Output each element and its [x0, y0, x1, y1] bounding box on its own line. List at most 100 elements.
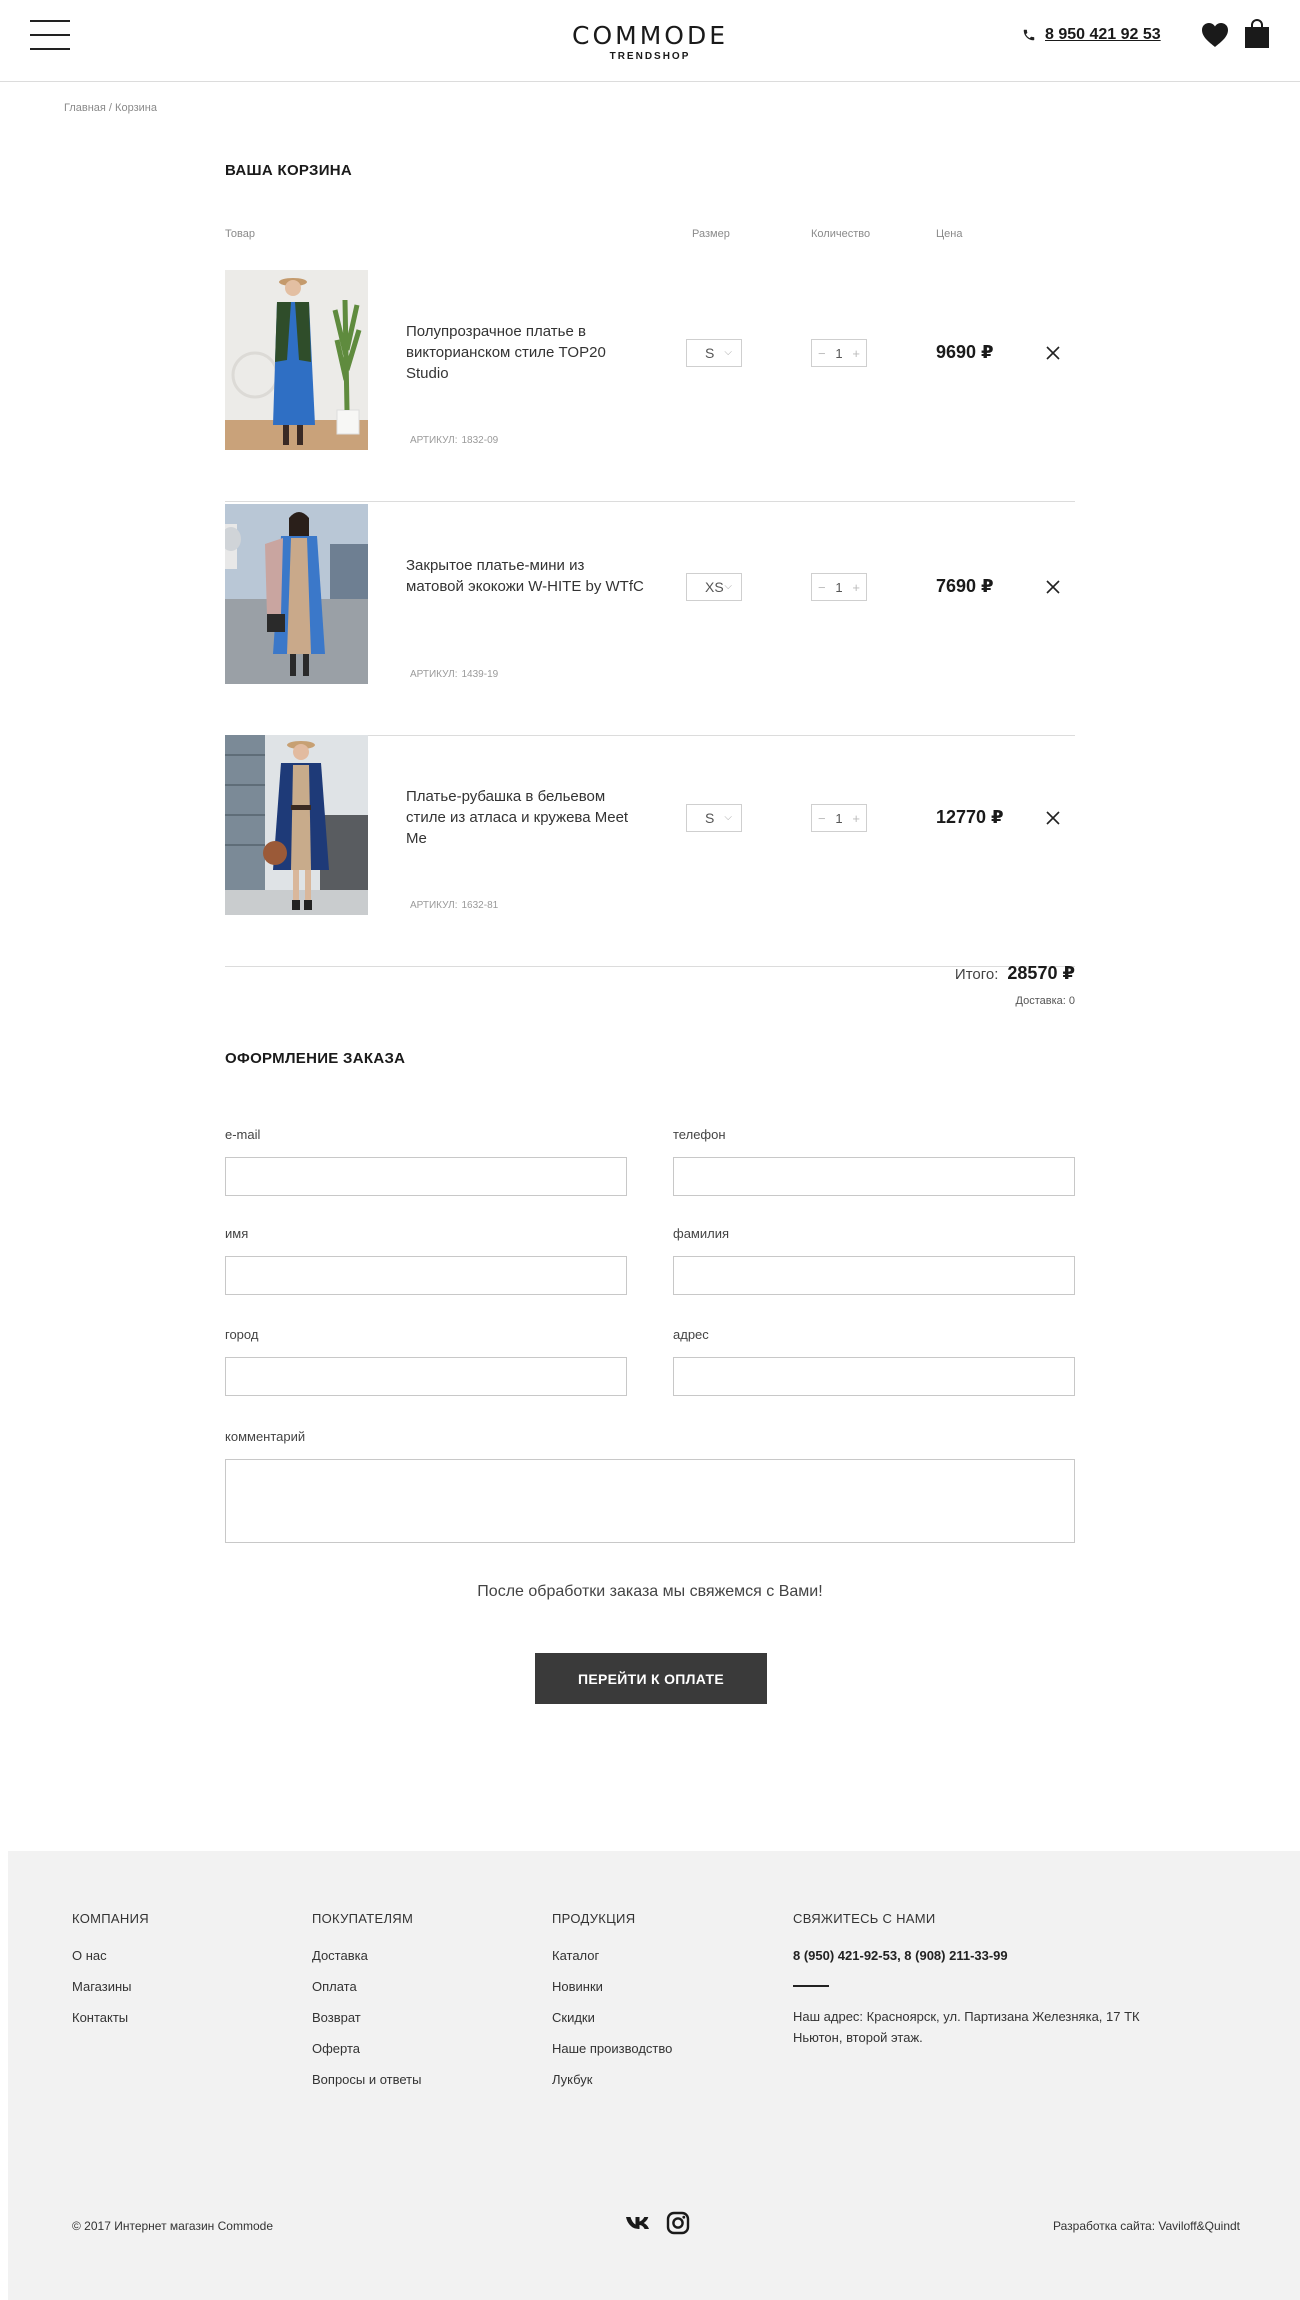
product-name[interactable]: Закрытое платье-мини из матовой экокожи …: [406, 555, 646, 597]
decrease-button[interactable]: −: [818, 346, 826, 361]
cart-total: Итого: 28570 ₽: [955, 963, 1075, 984]
surname-field[interactable]: [673, 1256, 1075, 1295]
site-logo[interactable]: COMMODE TRENDSHOP: [500, 21, 800, 63]
address-field[interactable]: [673, 1357, 1075, 1396]
footer-link-delivery[interactable]: Доставка: [312, 1948, 421, 1963]
size-value: S: [705, 810, 715, 826]
footer-link-about[interactable]: О нас: [72, 1948, 149, 1963]
footer-link-catalog[interactable]: Каталог: [552, 1948, 672, 1963]
developer-credit[interactable]: Разработка сайта: Vaviloff&Quindt: [1053, 2219, 1240, 2233]
size-select[interactable]: S ⌵: [686, 804, 742, 832]
footer-link-returns[interactable]: Возврат: [312, 2010, 421, 2025]
footer-heading: ПРОДУКЦИЯ: [552, 1911, 636, 1926]
footer-company: КОМПАНИЯ О нас Магазины Контакты: [72, 1911, 149, 2041]
product-image[interactable]: [225, 504, 368, 684]
column-header-quantity: Количество: [811, 228, 871, 240]
increase-button[interactable]: +: [852, 580, 860, 595]
copyright: © 2017 Интернет магазин Commode: [72, 2219, 273, 2233]
footer-link-sale[interactable]: Скидки: [552, 2010, 672, 2025]
footer-link-contacts[interactable]: Контакты: [72, 2010, 149, 2025]
favorites-button[interactable]: 9: [1200, 20, 1248, 50]
footer-link-production[interactable]: Наше производство: [552, 2041, 672, 2056]
close-icon[interactable]: [1045, 810, 1061, 826]
footer-phones[interactable]: 8 (950) 421-92-53, 8 (908) 211-33-99: [793, 1948, 1173, 1963]
cart-item: Полупрозрачное платье в викторианском ст…: [225, 270, 1075, 502]
column-header-price: Цена: [936, 228, 963, 240]
increase-button[interactable]: +: [852, 346, 860, 361]
instagram-icon[interactable]: [664, 2209, 692, 2237]
footer-contact: СВЯЖИТЕСЬ С НАМИ 8 (950) 421-92-53, 8 (9…: [793, 1911, 1173, 2048]
product-sku: АРТИКУЛ: 1632-81: [406, 900, 498, 911]
sku-label: АРТИКУЛ:: [410, 900, 458, 911]
sku-label: АРТИКУЛ:: [410, 669, 458, 680]
breadcrumb-current: Корзина: [115, 102, 157, 114]
cart-button[interactable]: 10: [1244, 19, 1289, 49]
quantity-value: 1: [835, 345, 843, 361]
decrease-button[interactable]: −: [818, 580, 826, 595]
quantity-value: 1: [835, 810, 843, 826]
cart-item: Закрытое платье-мини из матовой экокожи …: [225, 504, 1075, 736]
footer-address: Наш адрес: Красноярск, ул. Партизана Жел…: [793, 2009, 1140, 2045]
chevron-down-icon: ⌵: [724, 347, 732, 358]
quantity-stepper[interactable]: − 1 +: [811, 339, 867, 367]
social-links: [618, 2209, 698, 2237]
column-header-product: Товар: [225, 228, 255, 240]
close-icon[interactable]: [1045, 579, 1061, 595]
footer-heading: КОМПАНИЯ: [72, 1911, 149, 1926]
footer-link-stores[interactable]: Магазины: [72, 1979, 149, 1994]
breadcrumb: Главная / Корзина: [64, 102, 157, 114]
header-phone[interactable]: 8 950 421 92 53: [1022, 26, 1161, 44]
product-image[interactable]: [225, 270, 368, 450]
total-value: 28570 ₽: [1007, 963, 1075, 983]
footer-link-payment[interactable]: Оплата: [312, 1979, 421, 1994]
name-label: имя: [225, 1226, 249, 1241]
hamburger-menu-icon[interactable]: [30, 20, 72, 52]
size-value: XS: [705, 579, 724, 595]
checkout-button[interactable]: ПЕРЕЙТИ К ОПЛАТЕ: [535, 1653, 767, 1704]
footer-heading: СВЯЖИТЕСЬ С НАМИ: [793, 1911, 936, 1926]
phone-number[interactable]: 8 950 421 92 53: [1045, 26, 1161, 44]
phone-icon: [1023, 29, 1035, 41]
increase-button[interactable]: +: [852, 811, 860, 826]
name-field[interactable]: [225, 1256, 627, 1295]
email-field[interactable]: [225, 1157, 627, 1196]
footer-customers: ПОКУПАТЕЛЯМ Доставка Оплата Возврат Офер…: [312, 1911, 421, 2103]
quantity-stepper[interactable]: − 1 +: [811, 804, 867, 832]
product-image[interactable]: [225, 735, 368, 915]
quantity-stepper[interactable]: − 1 +: [811, 573, 867, 601]
footer-link-offer[interactable]: Оферта: [312, 2041, 421, 2056]
product-price: 12770 ₽: [936, 807, 1004, 827]
order-title: ОФОРМЛЕНИЕ ЗАКАЗА: [225, 1050, 406, 1067]
comment-field[interactable]: [225, 1459, 1075, 1543]
sku-value: 1439-19: [461, 669, 499, 680]
sku-value: 1832-09: [461, 435, 499, 446]
phone-field[interactable]: [673, 1157, 1075, 1196]
size-select[interactable]: XS ⌵: [686, 573, 742, 601]
sku-label: АРТИКУЛ:: [410, 435, 458, 446]
product-name[interactable]: Полупрозрачное платье в викторианском ст…: [406, 321, 646, 384]
site-header: COMMODE TRENDSHOP 8 950 421 92 53 9 10: [0, 0, 1300, 82]
footer-link-new[interactable]: Новинки: [552, 1979, 672, 1994]
cart-title: ВАША КОРЗИНА: [225, 162, 353, 179]
footer-link-faq[interactable]: Вопросы и ответы: [312, 2072, 421, 2087]
breadcrumb-home[interactable]: Главная: [64, 102, 106, 114]
delivery-cost: Доставка: 0: [1015, 995, 1075, 1007]
footer-link-lookbook[interactable]: Лукбук: [552, 2072, 672, 2087]
shopping-bag-icon: [1245, 19, 1269, 48]
product-name[interactable]: Платье-рубашка в бельевом стиле из атлас…: [406, 786, 646, 849]
footer-divider: [793, 1985, 829, 1987]
close-icon[interactable]: [1045, 345, 1061, 361]
city-label: город: [225, 1327, 259, 1342]
phone-label: телефон: [673, 1127, 726, 1142]
logo-wordmark: COMMODE: [572, 21, 728, 50]
decrease-button[interactable]: −: [818, 811, 826, 826]
city-field[interactable]: [225, 1357, 627, 1396]
surname-label: фамилия: [673, 1226, 730, 1241]
email-label: e-mail: [225, 1127, 261, 1142]
vk-icon[interactable]: [624, 2209, 652, 2237]
quantity-value: 1: [835, 579, 843, 595]
product-sku: АРТИКУЛ: 1832-09: [406, 435, 498, 446]
size-select[interactable]: S ⌵: [686, 339, 742, 367]
total-label: Итого:: [954, 966, 999, 983]
site-footer: КОМПАНИЯ О нас Магазины Контакты ПОКУПАТ…: [8, 1851, 1300, 2300]
